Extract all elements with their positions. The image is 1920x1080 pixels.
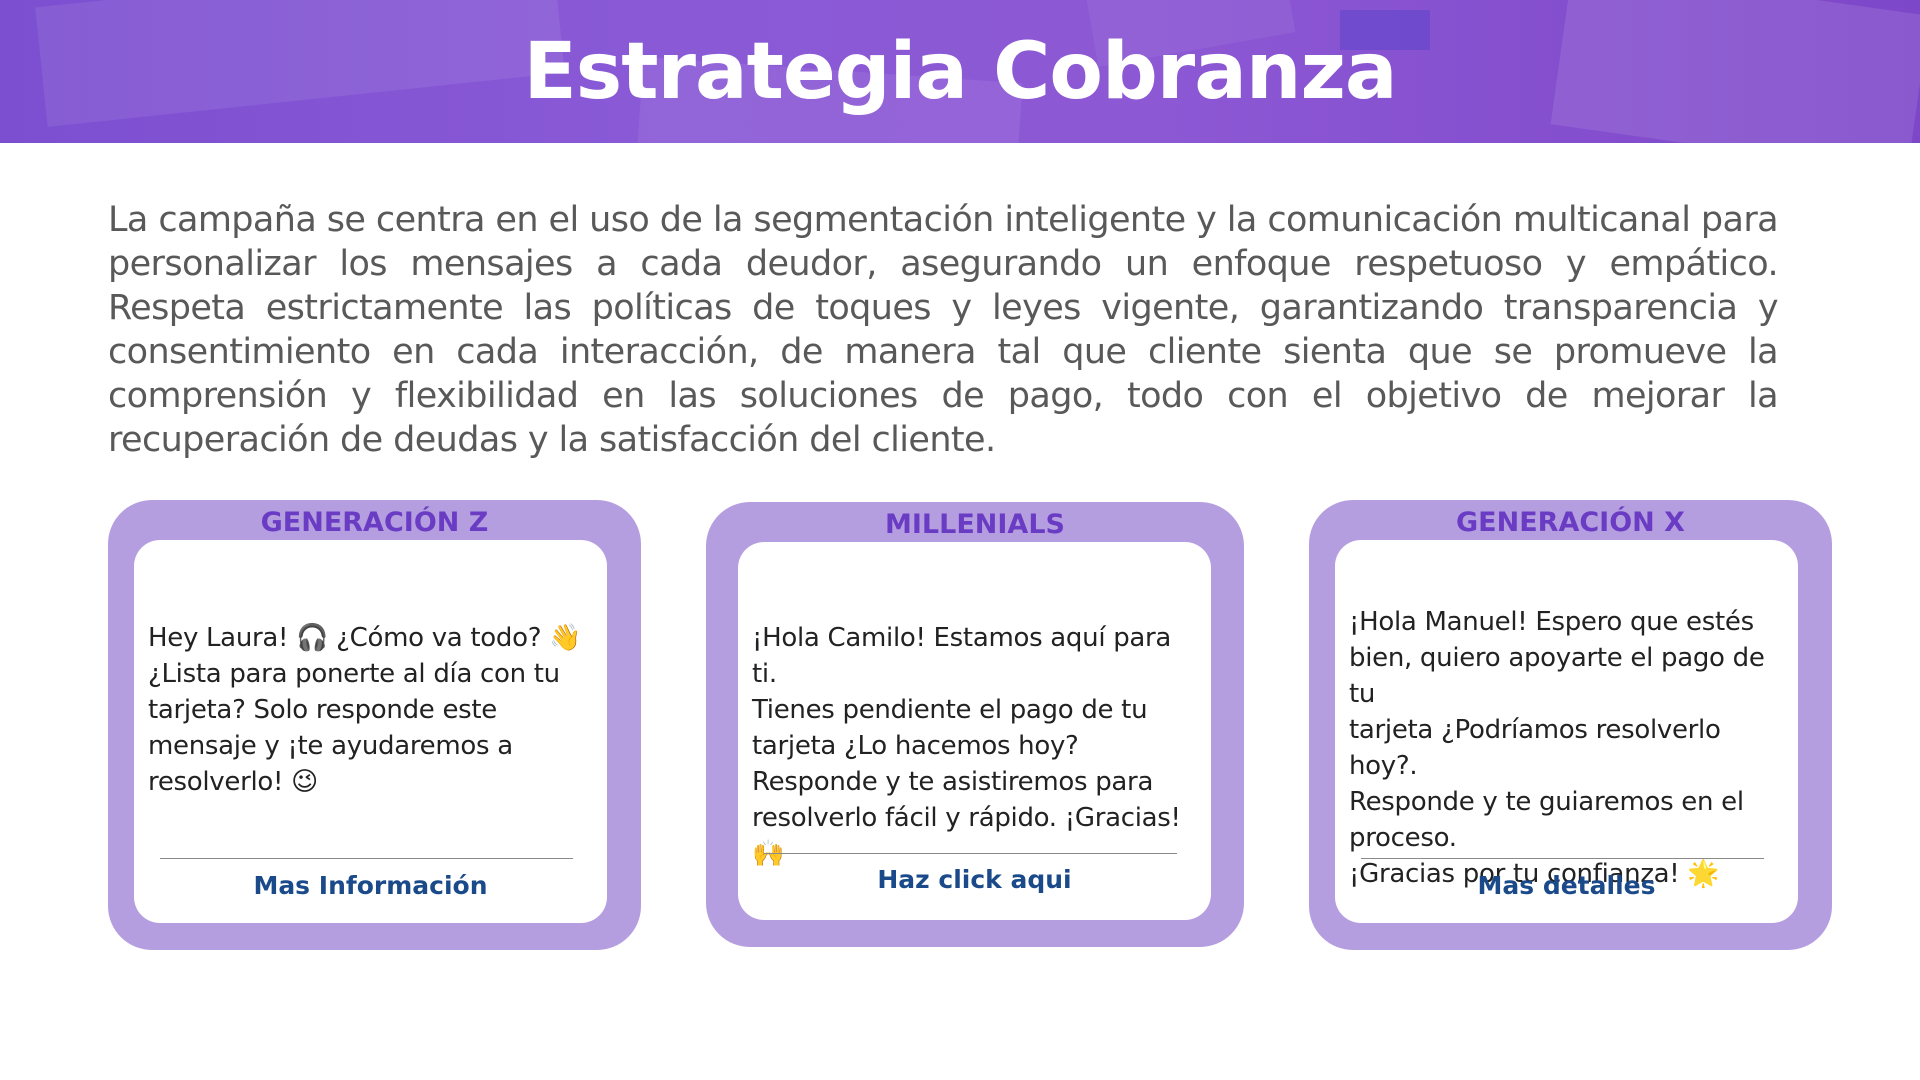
message-text: ¡Hola Camilo! Estamos aquí para ti. Tien… [752, 623, 1181, 869]
message-text: ¡Hola Manuel! Espero que estés bien, qui… [1349, 607, 1765, 889]
card-millenials: MILLENIALS ¡Hola Camilo! Estamos aquí pa… [706, 502, 1244, 947]
page-title: Estrategia Cobranza [523, 27, 1398, 117]
card-title: GENERACIÓN Z [260, 507, 489, 538]
message-text: Hey Laura! 🎧 ¿Cómo va todo? 👋 ¿Lista par… [148, 623, 582, 797]
card-generacion-z: GENERACIÓN Z Hey Laura! 🎧 ¿Cómo va todo?… [108, 500, 641, 950]
message-bubble: ¡Hola Camilo! Estamos aquí para ti. Tien… [738, 542, 1211, 920]
mas-informacion-link[interactable]: Mas Información [134, 870, 607, 902]
card-title: GENERACIÓN X [1456, 507, 1685, 538]
header-banner: Estrategia Cobranza [0, 0, 1920, 143]
divider [160, 858, 573, 859]
divider [1361, 858, 1764, 859]
message-bubble: ¡Hola Manuel! Espero que estés bien, qui… [1335, 540, 1798, 923]
card-generacion-x: GENERACIÓN X ¡Hola Manuel! Espero que es… [1309, 500, 1832, 950]
haz-click-aqui-link[interactable]: Haz click aqui [738, 864, 1211, 896]
divider [764, 853, 1177, 854]
mas-detalles-link[interactable]: Mas detalles [1335, 870, 1798, 902]
card-title: MILLENIALS [885, 509, 1065, 540]
message-bubble: Hey Laura! 🎧 ¿Cómo va todo? 👋 ¿Lista par… [134, 540, 607, 923]
intro-paragraph: La campaña se centra en el uso de la seg… [108, 200, 1779, 460]
